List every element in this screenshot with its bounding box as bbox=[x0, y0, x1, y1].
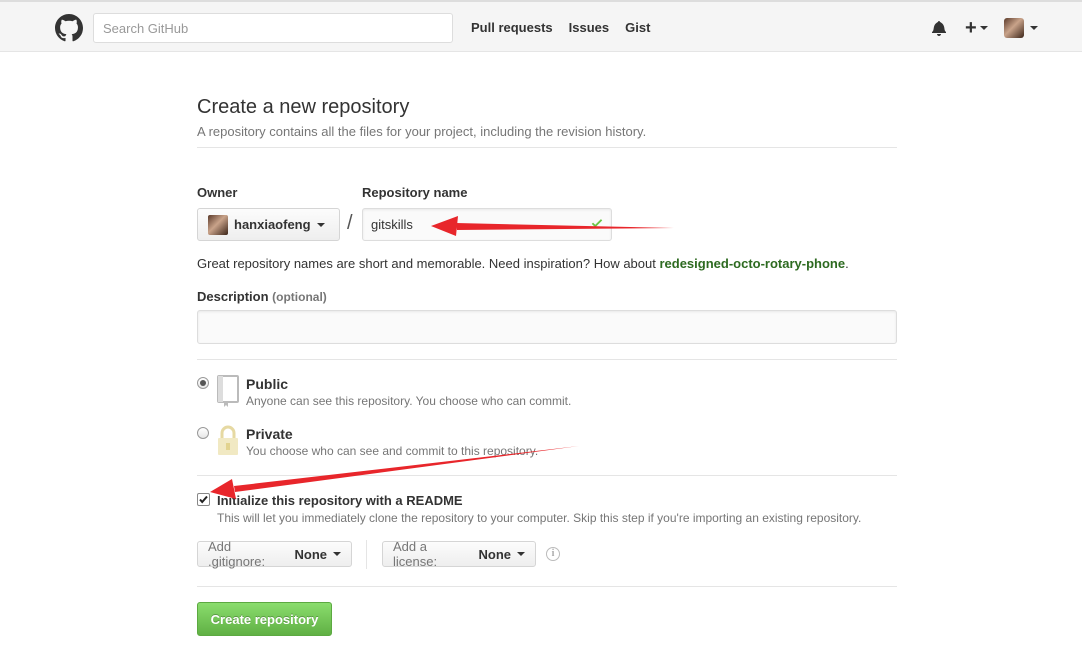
init-readme-note: This will let you immediately clone the … bbox=[217, 511, 862, 525]
avatar bbox=[208, 214, 228, 235]
public-radio[interactable] bbox=[197, 377, 209, 389]
site-header: Pull requests Issues Gist + bbox=[0, 0, 1082, 52]
check-icon bbox=[591, 219, 603, 228]
hint-text: Great repository names are short and mem… bbox=[197, 256, 660, 271]
gitignore-label: Add .gitignore: bbox=[208, 539, 266, 569]
page-subtitle: A repository contains all the files for … bbox=[197, 124, 647, 139]
divider bbox=[197, 475, 897, 476]
page-title: Create a new repository bbox=[197, 96, 410, 118]
init-readme-checkbox[interactable] bbox=[197, 493, 210, 506]
chevron-down-icon bbox=[517, 552, 525, 556]
page-heading: Create a new repository A repository con… bbox=[197, 95, 897, 139]
hint-end: . bbox=[845, 256, 849, 271]
header-actions: + bbox=[931, 16, 1038, 40]
nav-gist[interactable]: Gist bbox=[625, 20, 650, 35]
private-note: You choose who can see and commit to thi… bbox=[246, 444, 539, 458]
owner-label: Owner bbox=[197, 185, 238, 200]
plus-icon: + bbox=[965, 17, 977, 39]
license-select[interactable]: Add a license: None bbox=[382, 539, 536, 569]
avatar bbox=[1003, 18, 1024, 38]
gitignore-select[interactable]: Add .gitignore: None bbox=[197, 539, 352, 569]
license-label: Add a license: bbox=[393, 539, 438, 569]
description-input[interactable] bbox=[197, 310, 897, 344]
check-icon bbox=[199, 495, 208, 504]
user-menu-button[interactable] bbox=[1003, 18, 1038, 38]
divider bbox=[366, 540, 367, 569]
bell-icon[interactable] bbox=[931, 20, 947, 36]
repo-name-label: Repository name bbox=[362, 185, 468, 200]
init-readme-title: Initialize this repository with a README bbox=[217, 493, 463, 508]
github-logo-icon[interactable] bbox=[55, 14, 83, 42]
book-icon bbox=[217, 375, 239, 407]
divider bbox=[197, 586, 897, 587]
description-label: Description (optional) bbox=[197, 289, 327, 304]
chevron-down-icon bbox=[1029, 26, 1038, 30]
public-title: Public bbox=[246, 376, 289, 392]
chevron-down-icon bbox=[333, 552, 341, 556]
chevron-down-icon bbox=[316, 222, 325, 227]
chevron-down-icon bbox=[979, 26, 988, 30]
optional-tag: (optional) bbox=[272, 290, 327, 304]
search-input[interactable] bbox=[93, 13, 453, 43]
gitignore-value: None bbox=[294, 546, 328, 562]
info-icon[interactable]: i bbox=[546, 547, 560, 561]
nav-issues[interactable]: Issues bbox=[569, 20, 609, 35]
public-note: Anyone can see this repository. You choo… bbox=[246, 394, 572, 408]
divider bbox=[197, 359, 897, 360]
description-label-text: Description bbox=[197, 289, 269, 304]
owner-repo-separator: / bbox=[347, 212, 353, 234]
suggested-name[interactable]: redesigned-octo-rotary-phone bbox=[659, 256, 845, 271]
nav-pull-requests[interactable]: Pull requests bbox=[471, 20, 553, 35]
owner-value: hanxiaofeng bbox=[234, 217, 311, 232]
new-menu-button[interactable]: + bbox=[965, 18, 988, 38]
owner-select[interactable]: hanxiaofeng bbox=[197, 208, 340, 241]
create-repository-button[interactable]: Create repository bbox=[197, 602, 332, 636]
repo-name-hint: Great repository names are short and mem… bbox=[197, 256, 849, 271]
license-value: None bbox=[478, 546, 512, 562]
private-radio[interactable] bbox=[197, 427, 209, 439]
private-title: Private bbox=[246, 426, 293, 442]
header-nav: Pull requests Issues Gist bbox=[471, 20, 650, 35]
lock-icon bbox=[218, 425, 238, 455]
divider bbox=[197, 147, 897, 148]
repo-name-input[interactable] bbox=[362, 208, 612, 241]
